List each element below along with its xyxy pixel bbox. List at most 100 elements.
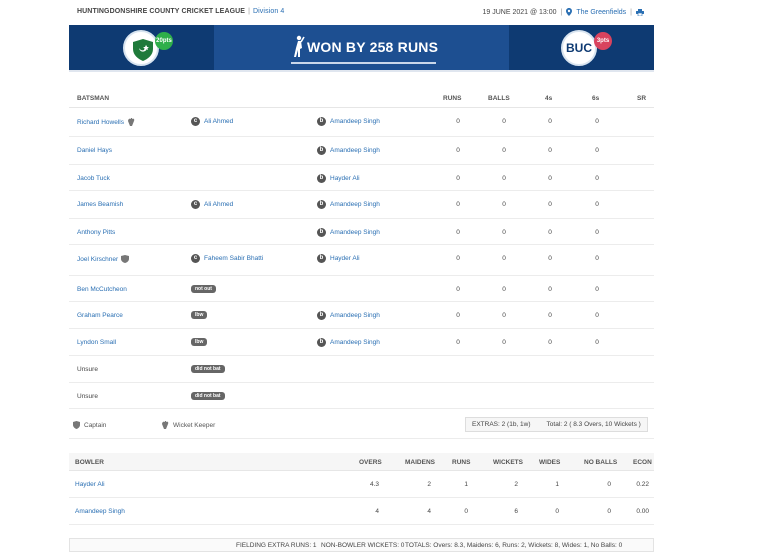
batsman-name[interactable]: Graham Pearce: [77, 312, 123, 319]
bowl-stat-no-balls: 0: [607, 508, 611, 515]
match-meta: 19 JUNE 2021 @ 13:00 | The Greenfields |: [482, 8, 644, 16]
dismissal-pill: lbw: [191, 311, 208, 319]
division-link[interactable]: Division 4: [253, 8, 284, 15]
bowled-mark: b: [317, 174, 326, 183]
caught-mark: c: [191, 254, 200, 263]
batsman-name[interactable]: James Beamish: [77, 201, 123, 208]
dismissal-info: lbw: [191, 311, 208, 319]
batsman-name-text[interactable]: Daniel Hays: [77, 147, 112, 154]
fielder-link[interactable]: Ali Ahmed: [204, 201, 233, 208]
legend-keeper: Wicket Keeper: [161, 421, 215, 429]
stat-sixes: 0: [595, 229, 599, 236]
dismissal-info: c Ali Ahmed: [191, 117, 233, 126]
bowled-by: b Hayder Ali: [317, 254, 360, 263]
batsman-name[interactable]: Lyndon Small: [77, 339, 116, 346]
home-team-logo[interactable]: [123, 30, 159, 66]
bowler-link[interactable]: Amandeep Singh: [330, 339, 380, 346]
bowled-by: b Amandeep Singh: [317, 200, 380, 209]
bowled-mark: b: [317, 146, 326, 155]
batsman-name[interactable]: Joel Kirschner: [77, 255, 130, 263]
print-icon[interactable]: [636, 8, 644, 16]
away-team-logo[interactable]: BUC: [561, 30, 597, 66]
stat-fours: 0: [548, 175, 552, 182]
stat-sixes: 0: [595, 312, 599, 319]
bowler-link[interactable]: Amandeep Singh: [330, 201, 380, 208]
legend-captain-label: Captain: [84, 421, 107, 429]
stat-runs: 0: [456, 286, 460, 293]
stat-balls: 0: [502, 201, 506, 208]
batting-rows: Richard Howells c Ali Ahmed b Amandeep Singh…: [69, 108, 654, 409]
batsman-name-text[interactable]: James Beamish: [77, 201, 123, 208]
batsman-name-text[interactable]: Graham Pearce: [77, 312, 123, 319]
stat-runs: 0: [456, 229, 460, 236]
stat-balls: 0: [502, 175, 506, 182]
dismissal-info: not out: [191, 285, 216, 293]
batsman-name-text: Unsure: [77, 366, 98, 373]
bowling-header-row: BOWLER OVERS MAIDENS RUNS WICKETS WIDES …: [69, 453, 654, 471]
match-date: 19 JUNE 2021 @ 13:00: [482, 8, 557, 16]
bowled-by: b Amandeep Singh: [317, 228, 380, 237]
batsman-name[interactable]: Anthony Pitts: [77, 229, 115, 236]
venue-link[interactable]: The Greenfields: [576, 9, 626, 16]
league-name: HUNTINGDONSHIRE COUNTY CRICKET LEAGUE: [77, 8, 246, 15]
bowler-link[interactable]: Hayder Ali: [330, 175, 360, 182]
bowl-stat-wides: 0: [555, 508, 559, 515]
dismissal-pill: did not bat: [191, 365, 225, 373]
header-overs: OVERS: [359, 459, 382, 466]
non-bowler-wickets: NON-BOWLER WICKETS: 0: [321, 542, 405, 549]
result-underline: [291, 62, 436, 64]
bowl-stat-maidens: 4: [427, 508, 431, 515]
fielder-link[interactable]: Ali Ahmed: [204, 118, 233, 125]
batting-header-row: BATSMAN RUNS BALLS 4s 6s SR: [69, 88, 654, 108]
batting-row: Unsure did not bat: [69, 383, 654, 409]
legend-captain: Captain: [73, 421, 106, 429]
home-points-badge: 20pts: [155, 32, 173, 50]
stat-fours: 0: [548, 286, 552, 293]
batsman-name-text[interactable]: Joel Kirschner: [77, 256, 118, 263]
home-shield-icon: [133, 39, 153, 61]
fielder-link[interactable]: Faheem Sabir Bhatti: [204, 255, 263, 262]
bowler-link[interactable]: Hayder Ali: [330, 255, 360, 262]
bowler-link[interactable]: Amandeep Singh: [330, 147, 380, 154]
batsman-icon: [294, 35, 305, 57]
bowler-name[interactable]: Hayder Ali: [75, 481, 105, 488]
stat-sixes: 0: [595, 175, 599, 182]
banner-divider: [69, 70, 654, 72]
bowled-by: b Amandeep Singh: [317, 117, 380, 126]
batsman-name-text[interactable]: Jacob Tuck: [77, 175, 110, 182]
header-balls: BALLS: [488, 95, 510, 102]
batsman-name[interactable]: Ben McCutcheon: [77, 286, 127, 293]
stat-balls: 0: [502, 286, 506, 293]
scorecard-footer: FIELDING EXTRA RUNS: 1 NON-BOWLER WICKET…: [69, 538, 654, 552]
bowl-stat-overs: 4.3: [369, 481, 379, 488]
bowler-link[interactable]: Amandeep Singh: [330, 229, 380, 236]
bowler-name[interactable]: Amandeep Singh: [75, 508, 125, 515]
batsman-name-text[interactable]: Anthony Pitts: [77, 229, 115, 236]
stat-balls: 0: [502, 339, 506, 346]
bowl-stat-runs: 0: [464, 508, 468, 515]
dismissal-info: c Faheem Sabir Bhatti: [191, 254, 263, 263]
bowler-link[interactable]: Amandeep Singh: [330, 118, 380, 125]
header-batsman: BATSMAN: [77, 95, 110, 102]
fielding-extra-runs: FIELDING EXTRA RUNS: 1: [236, 542, 317, 549]
league-breadcrumb: HUNTINGDONSHIRE COUNTY CRICKET LEAGUE | Di…: [77, 8, 284, 15]
batting-row: Anthony Pitts b Amandeep Singh 0 0 0 0: [69, 219, 654, 245]
bowl-stat-econ: 0.22: [636, 481, 649, 488]
batsman-name[interactable]: Richard Howells: [77, 118, 135, 126]
meta-separator-2: |: [630, 8, 632, 16]
batsman-name-text[interactable]: Richard Howells: [77, 119, 124, 126]
stat-runs: 0: [456, 201, 460, 208]
batsman-name-text[interactable]: Lyndon Small: [77, 339, 116, 346]
bowling-totals: TOTALS: Overs: 8.3, Maidens: 6, Runs: 2,…: [405, 542, 623, 549]
batsman-name-text: Unsure: [77, 393, 98, 400]
header-econ: ECON: [633, 459, 652, 466]
stat-sixes: 0: [595, 286, 599, 293]
bowled-mark: b: [317, 254, 326, 263]
batsman-name[interactable]: Jacob Tuck: [77, 175, 110, 182]
stat-fours: 0: [548, 339, 552, 346]
batsman-name[interactable]: Daniel Hays: [77, 147, 112, 154]
dismissal-pill: not out: [191, 285, 216, 293]
batsman-name-text[interactable]: Ben McCutcheon: [77, 286, 127, 293]
bowler-link[interactable]: Amandeep Singh: [330, 312, 380, 319]
bowling-row: Hayder Ali 4.3 2 1 2 1 0 0.22: [69, 471, 654, 498]
